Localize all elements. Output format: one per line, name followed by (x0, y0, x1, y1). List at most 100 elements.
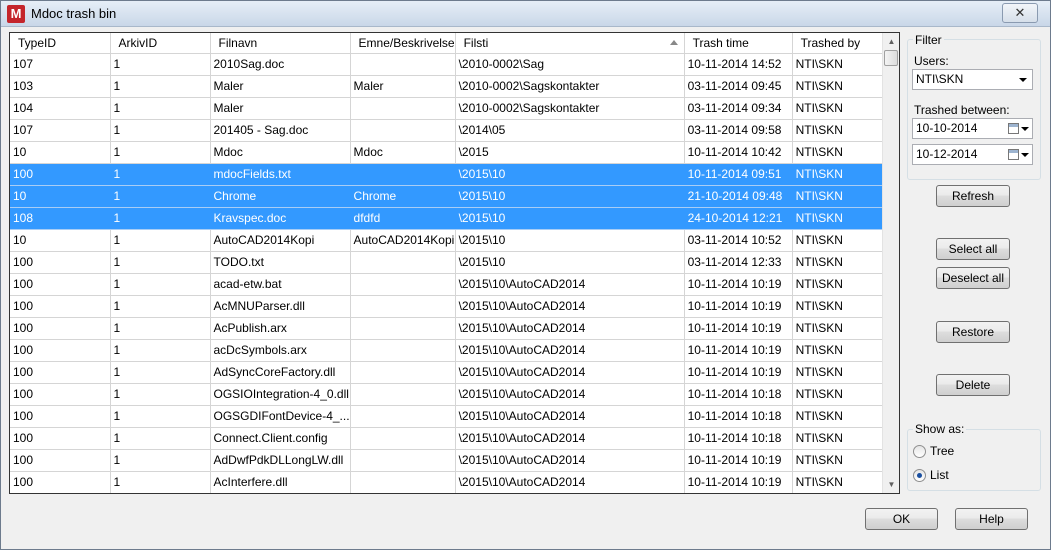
table-cell: 1 (110, 251, 211, 274)
col-header-filsti[interactable]: Filsti (455, 33, 685, 54)
select-all-button[interactable]: Select all (936, 238, 1010, 260)
table-cell: NTI\SKN (792, 53, 897, 76)
table-cell: \2010-0002\Sag (455, 53, 685, 76)
table-cell: 1 (110, 97, 211, 120)
deselect-all-button[interactable]: Deselect all (936, 267, 1010, 289)
users-dropdown[interactable]: NTI\SKN (912, 69, 1033, 90)
table-cell (350, 471, 456, 493)
table-row[interactable]: 104 1 Maler \2010-0002\Sagskontakter 03-11-2… (10, 97, 897, 120)
trash-bin-dialog: M Mdoc trash bin ✕ TypeID ArkivID Filnav… (0, 0, 1051, 550)
table-cell: \2015\10\AutoCAD2014 (455, 449, 685, 472)
table-cell: Mdoc (210, 141, 351, 164)
table-row[interactable]: 100 1 OGSGDIFontDevice-4_... \2015\10\AutoC… (10, 405, 897, 428)
table-cell: Maler (210, 75, 351, 98)
table-cell (350, 251, 456, 274)
table-row[interactable]: 100 1 OGSIOIntegration-4_0.dll \2015\10\Aut… (10, 383, 897, 406)
table-row[interactable]: 10 1 AutoCAD2014Kopi AutoCAD2014Kopi \2015\1… (10, 229, 897, 252)
table-row[interactable]: 100 1 AcPublish.arx \2015\10\AutoCAD2014 10-… (10, 317, 897, 340)
table-row[interactable]: 100 1 TODO.txt \2015\10 03-11-2014 12:33 NTI\… (10, 251, 897, 274)
chevron-down-icon (1021, 153, 1029, 157)
table-cell: 103 (10, 75, 111, 98)
table-cell: 10-11-2014 10:19 (684, 295, 793, 318)
tree-radio-label[interactable]: Tree (930, 444, 954, 458)
table-cell: 10 (10, 141, 111, 164)
table-row[interactable]: 100 1 AdDwfPdkDLLongLW.dll \2015\10\AutoCAD… (10, 449, 897, 472)
table-row[interactable]: 100 1 AcMNUParser.dll \2015\10\AutoCAD2014 1… (10, 295, 897, 318)
col-header-trash-time[interactable]: Trash time (684, 33, 793, 54)
col-header-arkivid[interactable]: ArkivID (110, 33, 211, 54)
date-to-value: 10-12-2014 (916, 147, 978, 161)
help-button[interactable]: Help (955, 508, 1028, 530)
table-cell: TODO.txt (210, 251, 351, 274)
col-header-typeid[interactable]: TypeID (10, 33, 111, 54)
table-cell: 1 (110, 383, 211, 406)
header-row: TypeID ArkivID Filnavn Emne/Beskrivelse … (10, 33, 897, 54)
date-from-picker[interactable]: 10-10-2014 (912, 118, 1033, 139)
col-header-filnavn[interactable]: Filnavn (210, 33, 351, 54)
table-cell: 03-11-2014 09:34 (684, 97, 793, 120)
table-cell: 1 (110, 53, 211, 76)
table-cell: 03-11-2014 09:58 (684, 119, 793, 142)
users-value: NTI\SKN (916, 72, 964, 86)
table-cell: NTI\SKN (792, 185, 897, 208)
list-radio-label[interactable]: List (930, 468, 949, 482)
table-row[interactable]: 10 1 Chrome Chrome \2015\10 21-10-2014 09:48 N… (10, 185, 897, 208)
table-cell: NTI\SKN (792, 405, 897, 428)
sort-ascending-icon (669, 40, 678, 45)
table-cell: 1 (110, 119, 211, 142)
table-row[interactable]: 107 1 201405 - Sag.doc \2014\05 03-11-2014 0… (10, 119, 897, 142)
table-cell: 24-10-2014 12:21 (684, 207, 793, 230)
table-row[interactable]: 103 1 Maler Maler \2010-0002\Sagskontakter 03… (10, 75, 897, 98)
table-cell: 1 (110, 185, 211, 208)
table-row[interactable]: 100 1 acad-etw.bat \2015\10\AutoCAD2014 10-1… (10, 273, 897, 296)
col-header-emne[interactable]: Emne/Beskrivelse (350, 33, 456, 54)
scroll-thumb[interactable] (884, 50, 898, 66)
table-cell: \2010-0002\Sagskontakter (455, 75, 685, 98)
restore-button[interactable]: Restore (936, 321, 1010, 343)
table-cell: AcPublish.arx (210, 317, 351, 340)
table-cell: 10-11-2014 10:18 (684, 405, 793, 428)
table-row[interactable]: 100 1 AcInterfere.dll \2015\10\AutoCAD2014 1… (10, 471, 897, 493)
table-cell: 10 (10, 185, 111, 208)
table-cell: NTI\SKN (792, 75, 897, 98)
table-cell (350, 339, 456, 362)
table-cell: NTI\SKN (792, 273, 897, 296)
trash-grid[interactable]: TypeID ArkivID Filnavn Emne/Beskrivelse … (9, 32, 900, 494)
scroll-up-icon[interactable]: ▲ (883, 33, 899, 50)
delete-button[interactable]: Delete (936, 374, 1010, 396)
table-cell: 1 (110, 449, 211, 472)
table-row[interactable]: 107 1 2010Sag.doc \2010-0002\Sag 10-11-2014 … (10, 53, 897, 76)
table-cell: NTI\SKN (792, 163, 897, 186)
list-radio[interactable] (913, 469, 926, 482)
table-row[interactable]: 100 1 AdSyncCoreFactory.dll \2015\10\AutoCA… (10, 361, 897, 384)
table-cell: AcInterfere.dll (210, 471, 351, 493)
table-cell: \2015\10 (455, 163, 685, 186)
date-to-picker[interactable]: 10-12-2014 (912, 144, 1033, 165)
close-button[interactable]: ✕ (1002, 3, 1038, 23)
tree-radio[interactable] (913, 445, 926, 458)
table-cell: \2015\10 (455, 251, 685, 274)
table-cell: dfdfd (350, 207, 456, 230)
table-cell: \2015\10\AutoCAD2014 (455, 383, 685, 406)
col-header-trashed-by[interactable]: Trashed by (792, 33, 897, 54)
refresh-button[interactable]: Refresh (936, 185, 1010, 207)
table-cell: NTI\SKN (792, 339, 897, 362)
table-cell: 100 (10, 471, 111, 493)
calendar-icon (1008, 123, 1019, 134)
ok-button[interactable]: OK (865, 508, 938, 530)
table-cell: NTI\SKN (792, 251, 897, 274)
scroll-down-icon[interactable]: ▼ (883, 476, 899, 493)
table-cell: Maler (350, 75, 456, 98)
table-row[interactable]: 100 1 acDcSymbols.arx \2015\10\AutoCAD2014 1… (10, 339, 897, 362)
vertical-scrollbar[interactable]: ▲ ▼ (882, 33, 899, 493)
table-row[interactable]: 108 1 Kravspec.doc dfdfd \2015\10 24-10-2014 … (10, 207, 897, 230)
table-cell: 1 (110, 361, 211, 384)
table-cell: 21-10-2014 09:48 (684, 185, 793, 208)
table-row[interactable]: 100 1 mdocFields.txt \2015\10 10-11-2014 09:… (10, 163, 897, 186)
table-cell: 100 (10, 295, 111, 318)
table-cell: 100 (10, 339, 111, 362)
table-cell: Connect.Client.config (210, 427, 351, 450)
table-row[interactable]: 100 1 Connect.Client.config \2015\10\AutoCA… (10, 427, 897, 450)
table-row[interactable]: 10 1 Mdoc Mdoc \2015 10-11-2014 10:42 NTI\SKN (10, 141, 897, 164)
table-cell: \2015\10\AutoCAD2014 (455, 317, 685, 340)
